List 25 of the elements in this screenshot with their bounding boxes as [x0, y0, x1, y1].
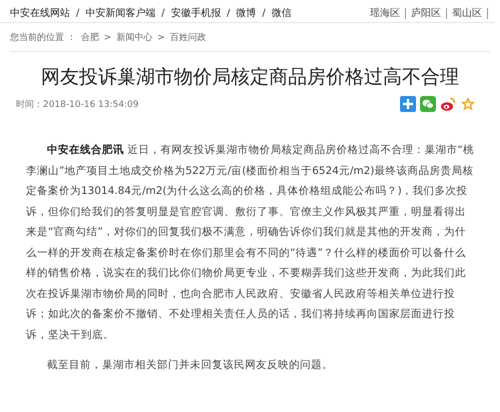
breadcrumb-link[interactable]: 百姓问政 — [170, 31, 206, 44]
district-link[interactable]: 瑶海区 — [365, 8, 406, 18]
article-paragraph: 中安在线合肥讯 近日，有网友投诉巢湖市物价局核定商品房价格过高不合理：巢湖市“桃李澜山”地产项目土地成交价格为522万元/亩(楼面价相当于6524元/m2)最终该商品房贵局核定备案价为13014.84元/m2(为什么这么高的价格，具体价格组成能公布吗？)，我们多次投诉，但你们给我们的答复明显是官腔官调、敷衍了事、官僚主义作风极其严重，明显看得出来是“官商勾结”，对你们的回复我们极不满意，明确告诉你们我们就是其他的开发商，为什么一样的开发商在核定备案价时在你们那里会有不同的“待遇”？什么样的楼面价可以备什么样的销售价格，说实在的我们比你们物价局更专业，不要糊弄我们这些开发商，为此我们此次在投诉巢湖市物价局的同时，也向合肥市人民政府、安徽省人民政府等相关单位进行投诉；如此次的备案价不撤销、不处理相关责任人员的话，我们将持续再向国家层面进行投诉，坚决干到底。 — [26, 142, 474, 342]
nav-link[interactable]: 中安新闻客户端 — [85, 6, 156, 20]
breadcrumb-label: 您当前的位置 ： — [10, 32, 76, 44]
article-paragraph: 截至目前，巢湖市相关部门并未回复该民网友反映的问题。 — [46, 358, 334, 373]
nav-link[interactable]: 安徽手机报 — [170, 6, 221, 20]
district-link[interactable]: 庐阳区 — [406, 8, 447, 18]
publish-time: 时间：2018-10-16 13:54:09 — [16, 98, 139, 110]
nav-link[interactable]: 微信 — [272, 6, 292, 20]
nav-link[interactable]: 中安在线网站 — [10, 6, 70, 20]
plus-icon[interactable] — [400, 96, 416, 112]
star-icon[interactable] — [460, 96, 476, 112]
breadcrumb-separator: > — [104, 32, 112, 42]
wechat-icon[interactable] — [420, 96, 436, 112]
breadcrumb-link[interactable]: 新闻中心 — [116, 31, 152, 44]
nav-separator: / — [262, 8, 266, 18]
nav-separator: / — [161, 8, 165, 18]
district-link[interactable]: 蜀山区 — [447, 8, 488, 18]
article-title: 网友投诉巢湖市物价局核定商品房价格过高不合理 — [40, 65, 460, 90]
nav-separator: / — [76, 8, 80, 18]
breadcrumb-separator: > — [157, 32, 165, 42]
nav-link[interactable]: 微博 — [236, 6, 256, 20]
breadcrumb-link[interactable]: 合肥 — [80, 31, 99, 44]
nav-separator: / — [226, 8, 230, 18]
